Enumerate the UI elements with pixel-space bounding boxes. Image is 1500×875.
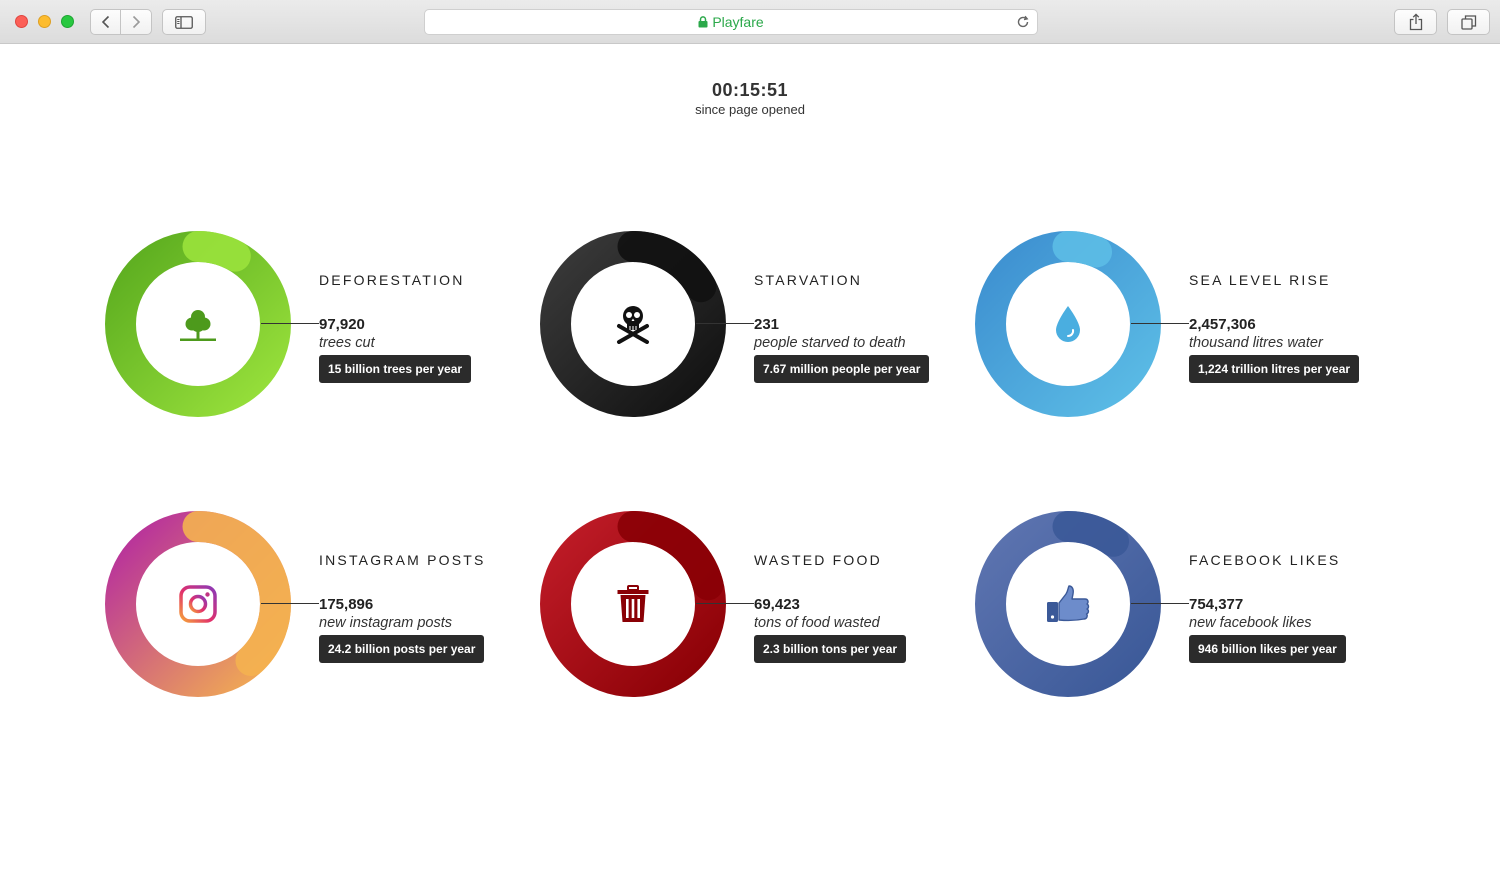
back-button[interactable] [90, 9, 121, 35]
stat-unit: tons of food wasted [754, 615, 880, 631]
connector-line [696, 603, 754, 604]
stat-count: 2,457,306 [1189, 316, 1256, 333]
tabs-overview-icon [1460, 14, 1476, 30]
stat-title: WASTED FOOD [754, 552, 882, 568]
minimize-window-button[interactable] [38, 15, 51, 28]
stat-unit: new facebook likes [1189, 615, 1312, 631]
stat-count: 69,423 [754, 596, 800, 613]
stat-rate-badge: 24.2 billion posts per year [319, 635, 485, 663]
elapsed-time: 00:15:51 [711, 80, 789, 100]
stat-card-starvation: STARVATION 231 people starved to death 7… [540, 231, 960, 421]
sidebar-toggle-button[interactable] [162, 9, 206, 35]
stat-count: 231 [754, 316, 780, 333]
stat-title: FACEBOOK LIKES [1189, 552, 1341, 568]
reload-icon [1017, 15, 1029, 28]
stat-card-sea-level-rise: SEA LEVEL RISE 2,457,306 thousand litres… [975, 231, 1395, 421]
show-tabs-button[interactable] [1447, 9, 1490, 35]
thumbs-up-icon [1030, 566, 1106, 642]
connector-line [261, 323, 319, 324]
sidebar-icon [175, 15, 193, 29]
chevron-left-icon [101, 15, 109, 29]
connector-line [261, 603, 319, 604]
connector-line [696, 323, 754, 324]
elapsed-caption: since page opened [695, 102, 805, 117]
stat-rate-badge: 2.3 billion tons per year [754, 635, 907, 663]
stat-unit: thousand litres water [1189, 335, 1323, 351]
stat-card-facebook-likes: FACEBOOK LIKES 754,377 new facebook like… [975, 511, 1395, 701]
connector-line [1131, 323, 1189, 324]
address-bar[interactable]: Playfare [424, 9, 1038, 35]
share-icon [1409, 13, 1422, 31]
stat-rate-badge: 7.67 million people per year [754, 355, 930, 383]
tree-icon [160, 286, 236, 362]
stat-title: STARVATION [754, 272, 863, 288]
reload-button[interactable] [1015, 14, 1031, 35]
trash-can-icon [595, 566, 671, 642]
stat-title: DEFORESTATION [319, 272, 465, 288]
stat-unit: new instagram posts [319, 615, 452, 631]
stat-count: 175,896 [319, 596, 374, 613]
stat-card-wasted-food: WASTED FOOD 69,423 tons of food wasted 2… [540, 511, 960, 701]
stat-title: INSTAGRAM POSTS [319, 552, 486, 568]
stat-rate-badge: 15 billion trees per year [319, 355, 472, 383]
stat-unit: trees cut [319, 335, 375, 351]
share-button[interactable] [1394, 9, 1437, 35]
address-text: Playfare [712, 14, 764, 30]
water-drop-icon [1030, 286, 1106, 362]
zoom-window-button[interactable] [61, 15, 74, 28]
browser-toolbar: Playfare [0, 0, 1500, 44]
stat-rate-badge: 946 billion likes per year [1189, 635, 1346, 663]
stat-count: 97,920 [319, 316, 365, 333]
stat-title: SEA LEVEL RISE [1189, 272, 1331, 288]
stat-rate-badge: 1,224 trillion litres per year [1189, 355, 1360, 383]
stat-card-deforestation: DEFORESTATION 97,920 trees cut 15 billio… [105, 231, 525, 421]
skull-crossbones-icon [595, 286, 671, 362]
instagram-icon [160, 566, 236, 642]
stat-count: 754,377 [1189, 596, 1244, 613]
forward-button[interactable] [121, 9, 152, 35]
connector-line [1131, 603, 1189, 604]
lock-icon [698, 16, 708, 28]
chevron-right-icon [132, 15, 141, 29]
stat-card-instagram-posts: INSTAGRAM POSTS 175,896 new instagram po… [105, 511, 525, 701]
stat-unit: people starved to death [754, 335, 906, 351]
elapsed-timer: 00:15:51 since page opened [0, 80, 1500, 117]
close-window-button[interactable] [15, 15, 28, 28]
